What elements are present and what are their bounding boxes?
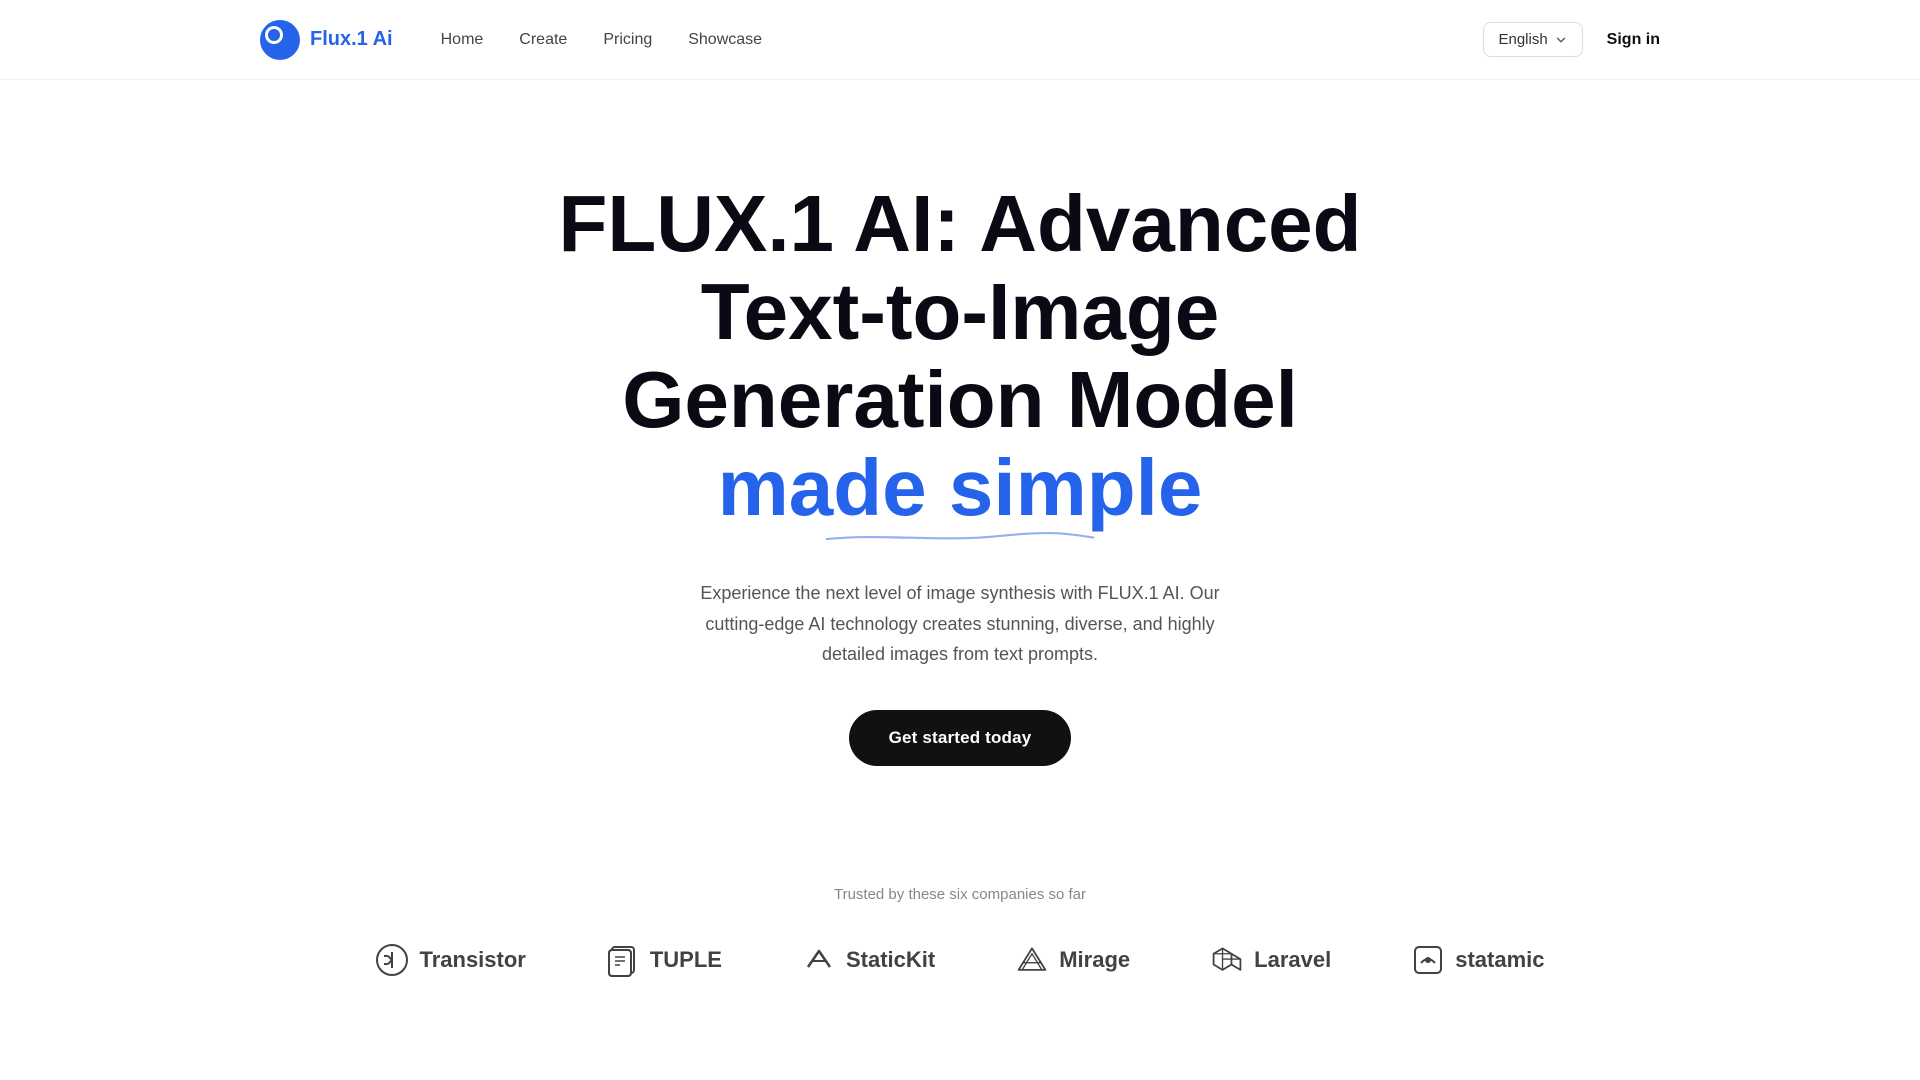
mirage-icon — [1015, 943, 1049, 977]
nav-right: English Sign in — [1483, 22, 1660, 57]
nav-home[interactable]: Home — [441, 31, 484, 48]
company-tuple-label: TUPLE — [650, 947, 722, 973]
logos-section: Trusted by these six companies so far Tr… — [0, 846, 1920, 1057]
logo-accent: Ai — [373, 28, 393, 50]
logo-link[interactable]: Flux.1 Ai — [260, 20, 393, 60]
logos-label: Trusted by these six companies so far — [834, 886, 1086, 903]
hero-title-line1: FLUX.1 AI: Advanced — [558, 179, 1361, 268]
language-label: English — [1498, 31, 1547, 48]
chevron-down-icon — [1554, 33, 1568, 47]
company-mirage: Mirage — [1015, 943, 1130, 977]
hero-title-line2: Text-to-Image — [701, 267, 1220, 356]
laravel-icon — [1210, 943, 1244, 977]
hero-title: FLUX.1 AI: Advanced Text-to-Image Genera… — [558, 180, 1361, 532]
company-laravel-label: Laravel — [1254, 947, 1331, 973]
company-statamic: statamic — [1411, 943, 1544, 977]
nav-create[interactable]: Create — [519, 31, 567, 48]
nav-left: Flux.1 Ai Home Create Pricing Showcase — [260, 20, 762, 60]
nav-showcase[interactable]: Showcase — [688, 31, 762, 48]
company-transistor-label: Transistor — [419, 947, 525, 973]
tuple-icon — [606, 943, 640, 977]
company-statickit-label: StaticKit — [846, 947, 935, 973]
hero-section: FLUX.1 AI: Advanced Text-to-Image Genera… — [0, 80, 1920, 846]
logo-brand: Flux.1 — [310, 28, 373, 50]
logo-text: Flux.1 Ai — [310, 28, 393, 51]
company-transistor: Transistor — [375, 943, 525, 977]
nav-links: Home Create Pricing Showcase — [441, 31, 762, 49]
hero-description: Experience the next level of image synth… — [680, 578, 1240, 670]
transistor-icon — [375, 943, 409, 977]
navbar: Flux.1 Ai Home Create Pricing Showcase E… — [0, 0, 1920, 80]
statamic-icon — [1411, 943, 1445, 977]
company-tuple: TUPLE — [606, 943, 722, 977]
logo-icon — [260, 20, 300, 60]
company-laravel: Laravel — [1210, 943, 1331, 977]
hero-title-line3: Generation Model — [622, 355, 1298, 444]
company-statamic-label: statamic — [1455, 947, 1544, 973]
company-statickit: StaticKit — [802, 943, 935, 977]
sign-in-link[interactable]: Sign in — [1607, 31, 1660, 49]
logos-row: Transistor TUPLE StaticKit — [375, 943, 1544, 977]
language-selector[interactable]: English — [1483, 22, 1582, 57]
hero-title-highlight: made simple — [718, 444, 1203, 532]
get-started-button[interactable]: Get started today — [849, 710, 1072, 766]
nav-pricing[interactable]: Pricing — [603, 31, 652, 48]
company-mirage-label: Mirage — [1059, 947, 1130, 973]
statickit-icon — [802, 943, 836, 977]
